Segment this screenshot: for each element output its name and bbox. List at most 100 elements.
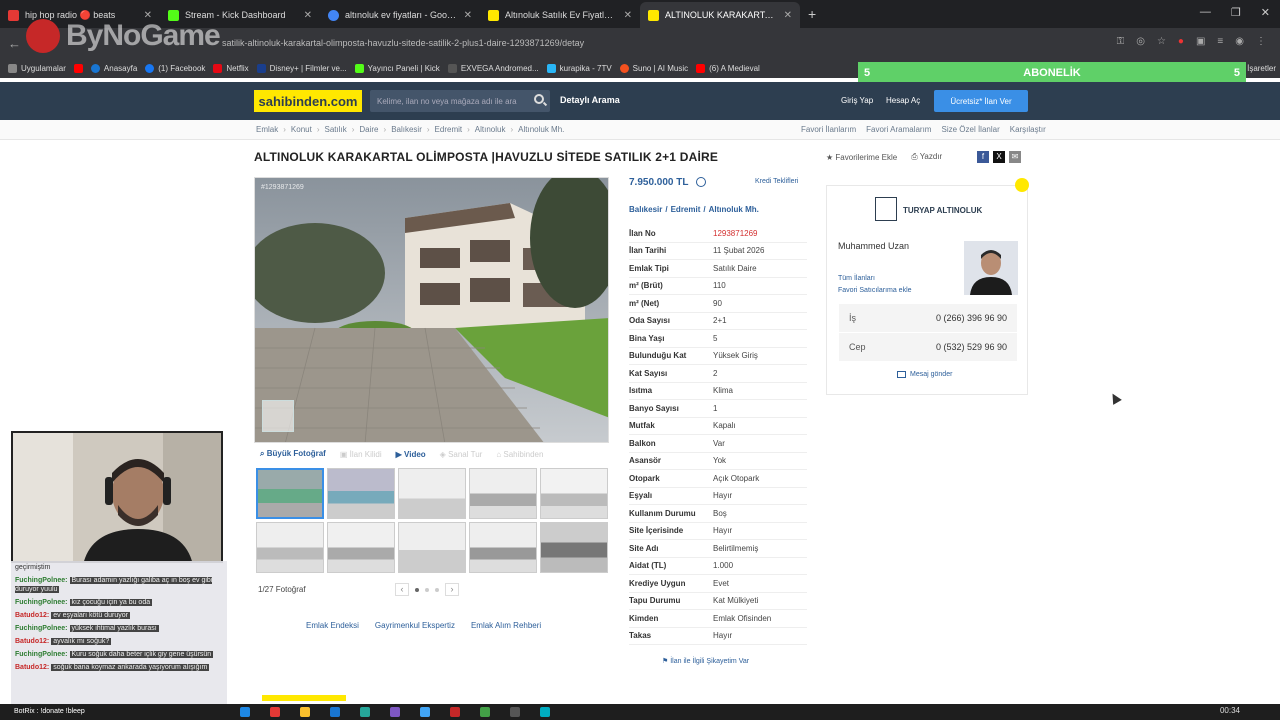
large-photo-button[interactable]: ⌕ Büyük Fotoğraf bbox=[260, 449, 326, 459]
mail-icon[interactable]: ✉ bbox=[1009, 151, 1021, 163]
search-icon[interactable] bbox=[534, 94, 544, 104]
eye-off-icon[interactable]: ◎ bbox=[1136, 36, 1145, 47]
x-icon[interactable]: X bbox=[993, 151, 1005, 163]
app-icon[interactable] bbox=[330, 707, 340, 717]
breadcrumb-item[interactable]: Emlak bbox=[256, 125, 278, 134]
breadcrumb-item[interactable]: Altınoluk bbox=[475, 125, 506, 134]
send-message-button[interactable]: Mesaj gönder bbox=[897, 371, 952, 378]
bookmark[interactable] bbox=[73, 63, 83, 73]
thumbnail[interactable] bbox=[540, 468, 608, 519]
special-listings-link[interactable]: Size Özel İlanlar bbox=[941, 125, 999, 134]
app-icon[interactable] bbox=[510, 707, 520, 717]
app-icon[interactable] bbox=[480, 707, 490, 717]
bookmark[interactable]: (6) A Medieval bbox=[696, 63, 760, 73]
app-icon[interactable] bbox=[360, 707, 370, 717]
close-tab-icon[interactable]: ✕ bbox=[624, 10, 632, 21]
bookmark[interactable]: Disney+ | Filmler ve... bbox=[256, 63, 347, 73]
thumbnail[interactable] bbox=[327, 468, 395, 519]
app-icon[interactable] bbox=[450, 707, 460, 717]
search-input[interactable]: Kelime, ilan no veya mağaza adı ile ara bbox=[370, 90, 550, 112]
phone-number[interactable]: 0 (532) 529 96 90 bbox=[936, 342, 1007, 352]
bookmark[interactable]: Anasayfa bbox=[90, 63, 137, 73]
bookmark[interactable]: Suno | AI Music bbox=[619, 63, 688, 73]
phone-number[interactable]: 0 (266) 396 96 90 bbox=[936, 313, 1007, 323]
add-favorite-button[interactable]: ★ Favorilerime Ekle bbox=[826, 153, 897, 162]
print-button[interactable]: ⎙ Yazdır bbox=[911, 152, 942, 162]
pager-dot[interactable] bbox=[415, 587, 419, 592]
main-photo[interactable]: #1293871269 bbox=[254, 177, 609, 443]
credit-offers-link[interactable]: Kredi Teklifleri bbox=[755, 178, 798, 185]
media-icon[interactable]: ≡ bbox=[1217, 36, 1223, 47]
pager-dot[interactable] bbox=[435, 587, 439, 592]
office-name[interactable]: TURYAP ALTINOLUK bbox=[903, 206, 982, 215]
browser-tab-active[interactable]: ALTINOLUK KARAKARTAL OLİM✕ bbox=[640, 2, 800, 28]
buying-guide-link[interactable]: Emlak Alım Rehberi bbox=[471, 621, 541, 630]
back-icon[interactable]: ← bbox=[8, 36, 22, 51]
favorite-listings-link[interactable]: Favori İlanlarım bbox=[801, 125, 856, 134]
app-icon[interactable] bbox=[240, 707, 250, 717]
thumbnail[interactable] bbox=[256, 468, 324, 519]
favorite-searches-link[interactable]: Favori Aramalarım bbox=[866, 125, 931, 134]
folder-icon[interactable] bbox=[300, 707, 310, 717]
bookmark[interactable]: Netflix bbox=[213, 63, 249, 73]
app-icon[interactable] bbox=[540, 707, 550, 717]
app-icon[interactable] bbox=[420, 707, 430, 717]
facebook-icon[interactable]: f bbox=[977, 151, 989, 163]
thumbnail[interactable] bbox=[398, 468, 466, 519]
post-ad-button[interactable]: Ücretsiz* İlan Ver bbox=[934, 90, 1028, 112]
extensions-icon[interactable]: ▣ bbox=[1196, 36, 1205, 47]
login-link[interactable]: Giriş Yap bbox=[841, 96, 873, 105]
breadcrumb-item[interactable]: Konut bbox=[291, 125, 312, 134]
virtual-tour-button[interactable]: ◈ Sanal Tur bbox=[440, 450, 483, 459]
thumbnail[interactable] bbox=[469, 468, 537, 519]
close-tab-icon[interactable]: ✕ bbox=[464, 10, 472, 21]
new-tab-button[interactable]: + bbox=[808, 6, 816, 22]
favorite-seller-link[interactable]: Favori Satıcılarıma ekle bbox=[838, 285, 912, 297]
register-link[interactable]: Hesap Aç bbox=[886, 96, 920, 105]
star-icon[interactable]: ☆ bbox=[1157, 36, 1166, 47]
all-listings-link[interactable]: Tüm İlanları bbox=[838, 273, 912, 285]
thumbnail[interactable] bbox=[256, 522, 324, 573]
bookmark[interactable]: (1) Facebook bbox=[145, 63, 205, 73]
thumbnail[interactable] bbox=[469, 522, 537, 573]
browser-tab[interactable]: altınoluk ev fiyatları - Google'da✕ bbox=[320, 2, 480, 28]
app-icon[interactable] bbox=[270, 707, 280, 717]
bookmark[interactable]: EXVEGA Andromed... bbox=[447, 63, 539, 73]
close-tab-icon[interactable]: ✕ bbox=[304, 10, 312, 21]
menu-icon[interactable]: ⋮ bbox=[1256, 36, 1266, 47]
breadcrumb-item[interactable]: Satılık bbox=[324, 125, 346, 134]
close-window-icon[interactable]: ✕ bbox=[1261, 6, 1270, 19]
breadcrumb-item[interactable]: Balıkesir bbox=[391, 125, 422, 134]
prev-page-button[interactable]: ‹ bbox=[395, 583, 409, 596]
thumbnail[interactable] bbox=[327, 522, 395, 573]
location-neighborhood[interactable]: Altınoluk Mh. bbox=[709, 205, 759, 214]
close-tab-icon[interactable]: ✕ bbox=[784, 10, 792, 21]
appraisal-link[interactable]: Gayrimenkul Ekspertiz bbox=[375, 621, 455, 630]
bookmark[interactable]: kurapika - 7TV bbox=[546, 63, 612, 73]
pager-dot[interactable] bbox=[425, 587, 429, 592]
breadcrumb-item[interactable]: Edremit bbox=[435, 125, 463, 134]
detailed-search-link[interactable]: Detaylı Arama bbox=[560, 95, 620, 105]
key-icon[interactable]: ⚿ bbox=[1117, 36, 1125, 47]
next-page-button[interactable]: › bbox=[445, 583, 459, 596]
office-logo-icon[interactable] bbox=[875, 197, 897, 221]
url-field[interactable]: satilik-altinoluk-karakartal-olimposta-h… bbox=[222, 38, 584, 48]
lock-listing-button[interactable]: ▣ İlan Kilidi bbox=[340, 450, 382, 459]
emlak-index-link[interactable]: Emlak Endeksi bbox=[306, 621, 359, 630]
bookmark[interactable]: Yayıncı Paneli | Kick bbox=[354, 63, 440, 73]
extension-icon[interactable]: ● bbox=[1178, 36, 1184, 47]
breadcrumb-item[interactable]: Altınoluk Mh. bbox=[518, 125, 564, 134]
video-button[interactable]: ▶ Video bbox=[396, 450, 426, 459]
maximize-icon[interactable]: ❐ bbox=[1231, 6, 1241, 19]
site-logo[interactable]: sahibinden.com bbox=[254, 90, 362, 112]
owner-button[interactable]: ⌂ Sahibinden bbox=[496, 450, 543, 459]
bookmark[interactable]: Uygulamalar bbox=[8, 63, 66, 73]
report-link[interactable]: ⚑ İlan ile İlgili Şikayetim Var bbox=[662, 657, 749, 665]
compare-link[interactable]: Karşılaştır bbox=[1010, 125, 1046, 134]
minimize-icon[interactable]: — bbox=[1200, 6, 1211, 19]
thumbnail[interactable] bbox=[398, 522, 466, 573]
profile-icon[interactable]: ◉ bbox=[1235, 36, 1244, 47]
price-history-icon[interactable] bbox=[696, 177, 706, 187]
bookmark[interactable]: İşaretler bbox=[1247, 64, 1276, 73]
thumbnail[interactable] bbox=[540, 522, 608, 573]
